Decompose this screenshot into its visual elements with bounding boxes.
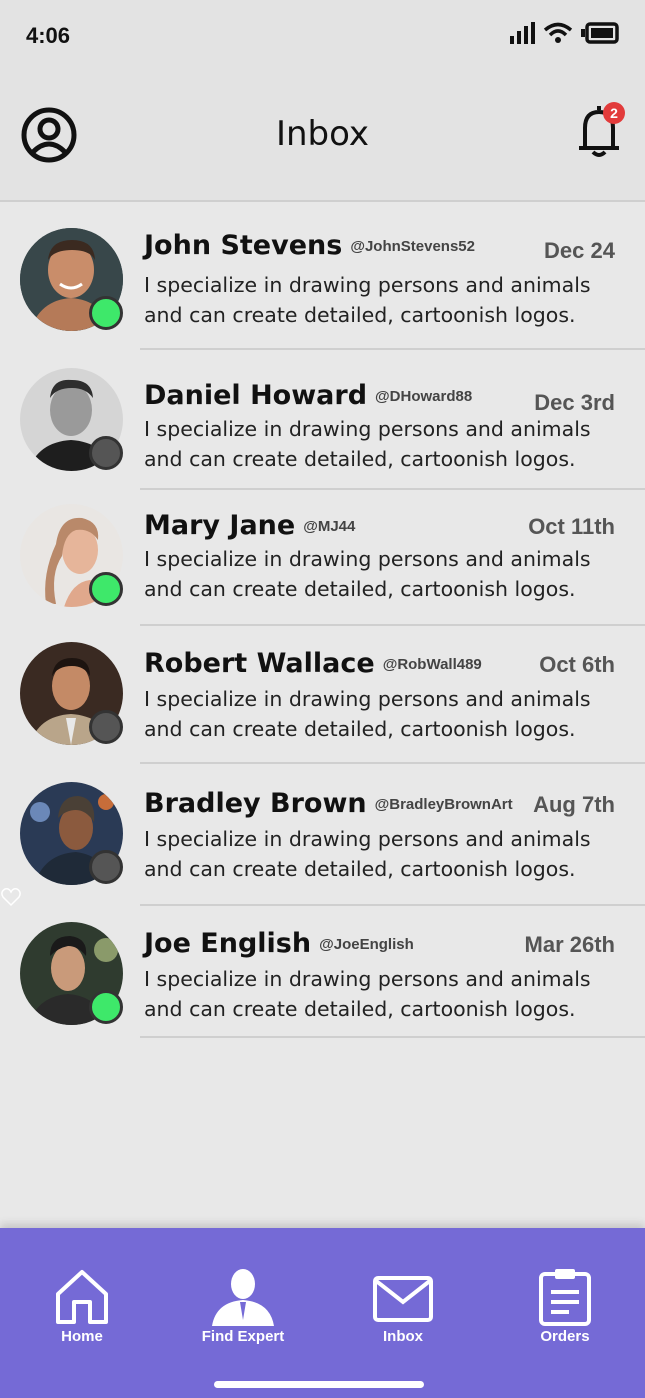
message-preview: I specialize in drawing persons and anim… (144, 967, 591, 1021)
sender-handle: @JohnStevens52 (350, 238, 475, 255)
sender-handle: @BradleyBrownArt (374, 796, 513, 813)
message-row[interactable]: Robert Wallace @RobWall489 Oct 6th I spec… (0, 626, 645, 764)
divider (140, 1036, 645, 1038)
message-date: Dec 3rd (534, 390, 615, 415)
nav-inbox-label: Inbox (383, 1328, 423, 1345)
notifications-button[interactable]: 2 (577, 102, 625, 162)
nav-find-expert[interactable]: Find Expert (183, 1268, 303, 1345)
sender-handle: @DHoward88 (375, 388, 473, 405)
status-online-dot (89, 572, 123, 606)
message-list: John Stevens @JohnStevens52 Dec 24 I spec… (0, 204, 645, 1038)
home-indicator (214, 1381, 424, 1388)
status-offline-dot (89, 850, 123, 884)
message-date: Oct 6th (539, 652, 615, 677)
sender-name-text: Joe English (144, 928, 312, 959)
sender-name: John Stevens @JohnStevens52 (144, 230, 475, 261)
nav-inbox[interactable]: Inbox (343, 1268, 463, 1345)
sender-handle: @JoeEnglish (319, 936, 414, 953)
status-offline-dot (89, 710, 123, 744)
message-row[interactable]: Joe English @JoeEnglish Mar 26th I specia… (0, 906, 645, 1038)
sender-name: Bradley Brown @BradleyBrownArt (144, 788, 513, 819)
nav-orders[interactable]: Orders (505, 1268, 625, 1345)
message-row[interactable]: Bradley Brown @BradleyBrownArt Aug 7th I … (0, 764, 645, 906)
home-icon (56, 1270, 108, 1324)
status-online-dot (89, 296, 123, 330)
message-date: Oct 11th (528, 514, 615, 539)
page-title: Inbox (275, 114, 370, 154)
status-time: 4:06 (26, 23, 71, 48)
nav-orders-label: Orders (540, 1328, 590, 1345)
sender-name-text: John Stevens (144, 230, 343, 261)
mail-icon (373, 1276, 433, 1322)
notification-badge: 2 (603, 102, 625, 124)
message-row[interactable]: Mary Jane @MJ44 Oct 11th I specialize in … (0, 490, 645, 626)
status-bar: 4:06 (0, 0, 645, 70)
expert-icon (212, 1269, 274, 1326)
wifi-icon (543, 22, 573, 43)
sender-handle: @RobWall489 (382, 656, 482, 673)
sender-handle: @MJ44 (303, 518, 356, 535)
sender-name-text: Mary Jane (144, 510, 296, 541)
bottom-nav: Home Find Expert Inbox Orders (0, 1228, 645, 1398)
sender-name: Mary Jane @MJ44 (144, 510, 355, 541)
message-date: Mar 26th (524, 932, 615, 957)
message-preview: I specialize in drawing persons and anim… (144, 687, 591, 741)
message-preview: I specialize in drawing persons and anim… (144, 273, 591, 327)
message-preview: I specialize in drawing persons and anim… (144, 827, 591, 881)
sender-name-text: Daniel Howard (144, 380, 368, 411)
status-icons (509, 22, 619, 44)
sender-name: Joe English @JoeEnglish (144, 928, 414, 959)
message-preview: I specialize in drawing persons and anim… (144, 547, 591, 601)
sender-name: Daniel Howard @DHoward88 (144, 380, 472, 411)
nav-home-label: Home (61, 1328, 103, 1345)
sender-name: Robert Wallace @RobWall489 (144, 648, 482, 679)
status-online-dot (89, 990, 123, 1024)
message-row[interactable]: John Stevens @JohnStevens52 Dec 24 I spec… (0, 204, 645, 350)
message-date: Dec 24 (544, 238, 615, 263)
battery-icon (581, 22, 619, 44)
nav-home[interactable]: Home (22, 1268, 142, 1345)
heart-icon (1, 888, 21, 907)
app-header: Inbox 2 (0, 70, 645, 202)
sender-name-text: Bradley Brown (144, 788, 367, 819)
status-offline-dot (89, 436, 123, 470)
message-date: Aug 7th (533, 792, 615, 817)
message-row[interactable]: Daniel Howard @DHoward88 Dec 3rd I specia… (0, 350, 645, 490)
clipboard-icon (539, 1269, 591, 1326)
nav-find-expert-label: Find Expert (201, 1328, 285, 1345)
message-preview: I specialize in drawing persons and anim… (144, 417, 591, 471)
sender-name-text: Robert Wallace (144, 648, 375, 679)
signal-icon (510, 22, 535, 44)
